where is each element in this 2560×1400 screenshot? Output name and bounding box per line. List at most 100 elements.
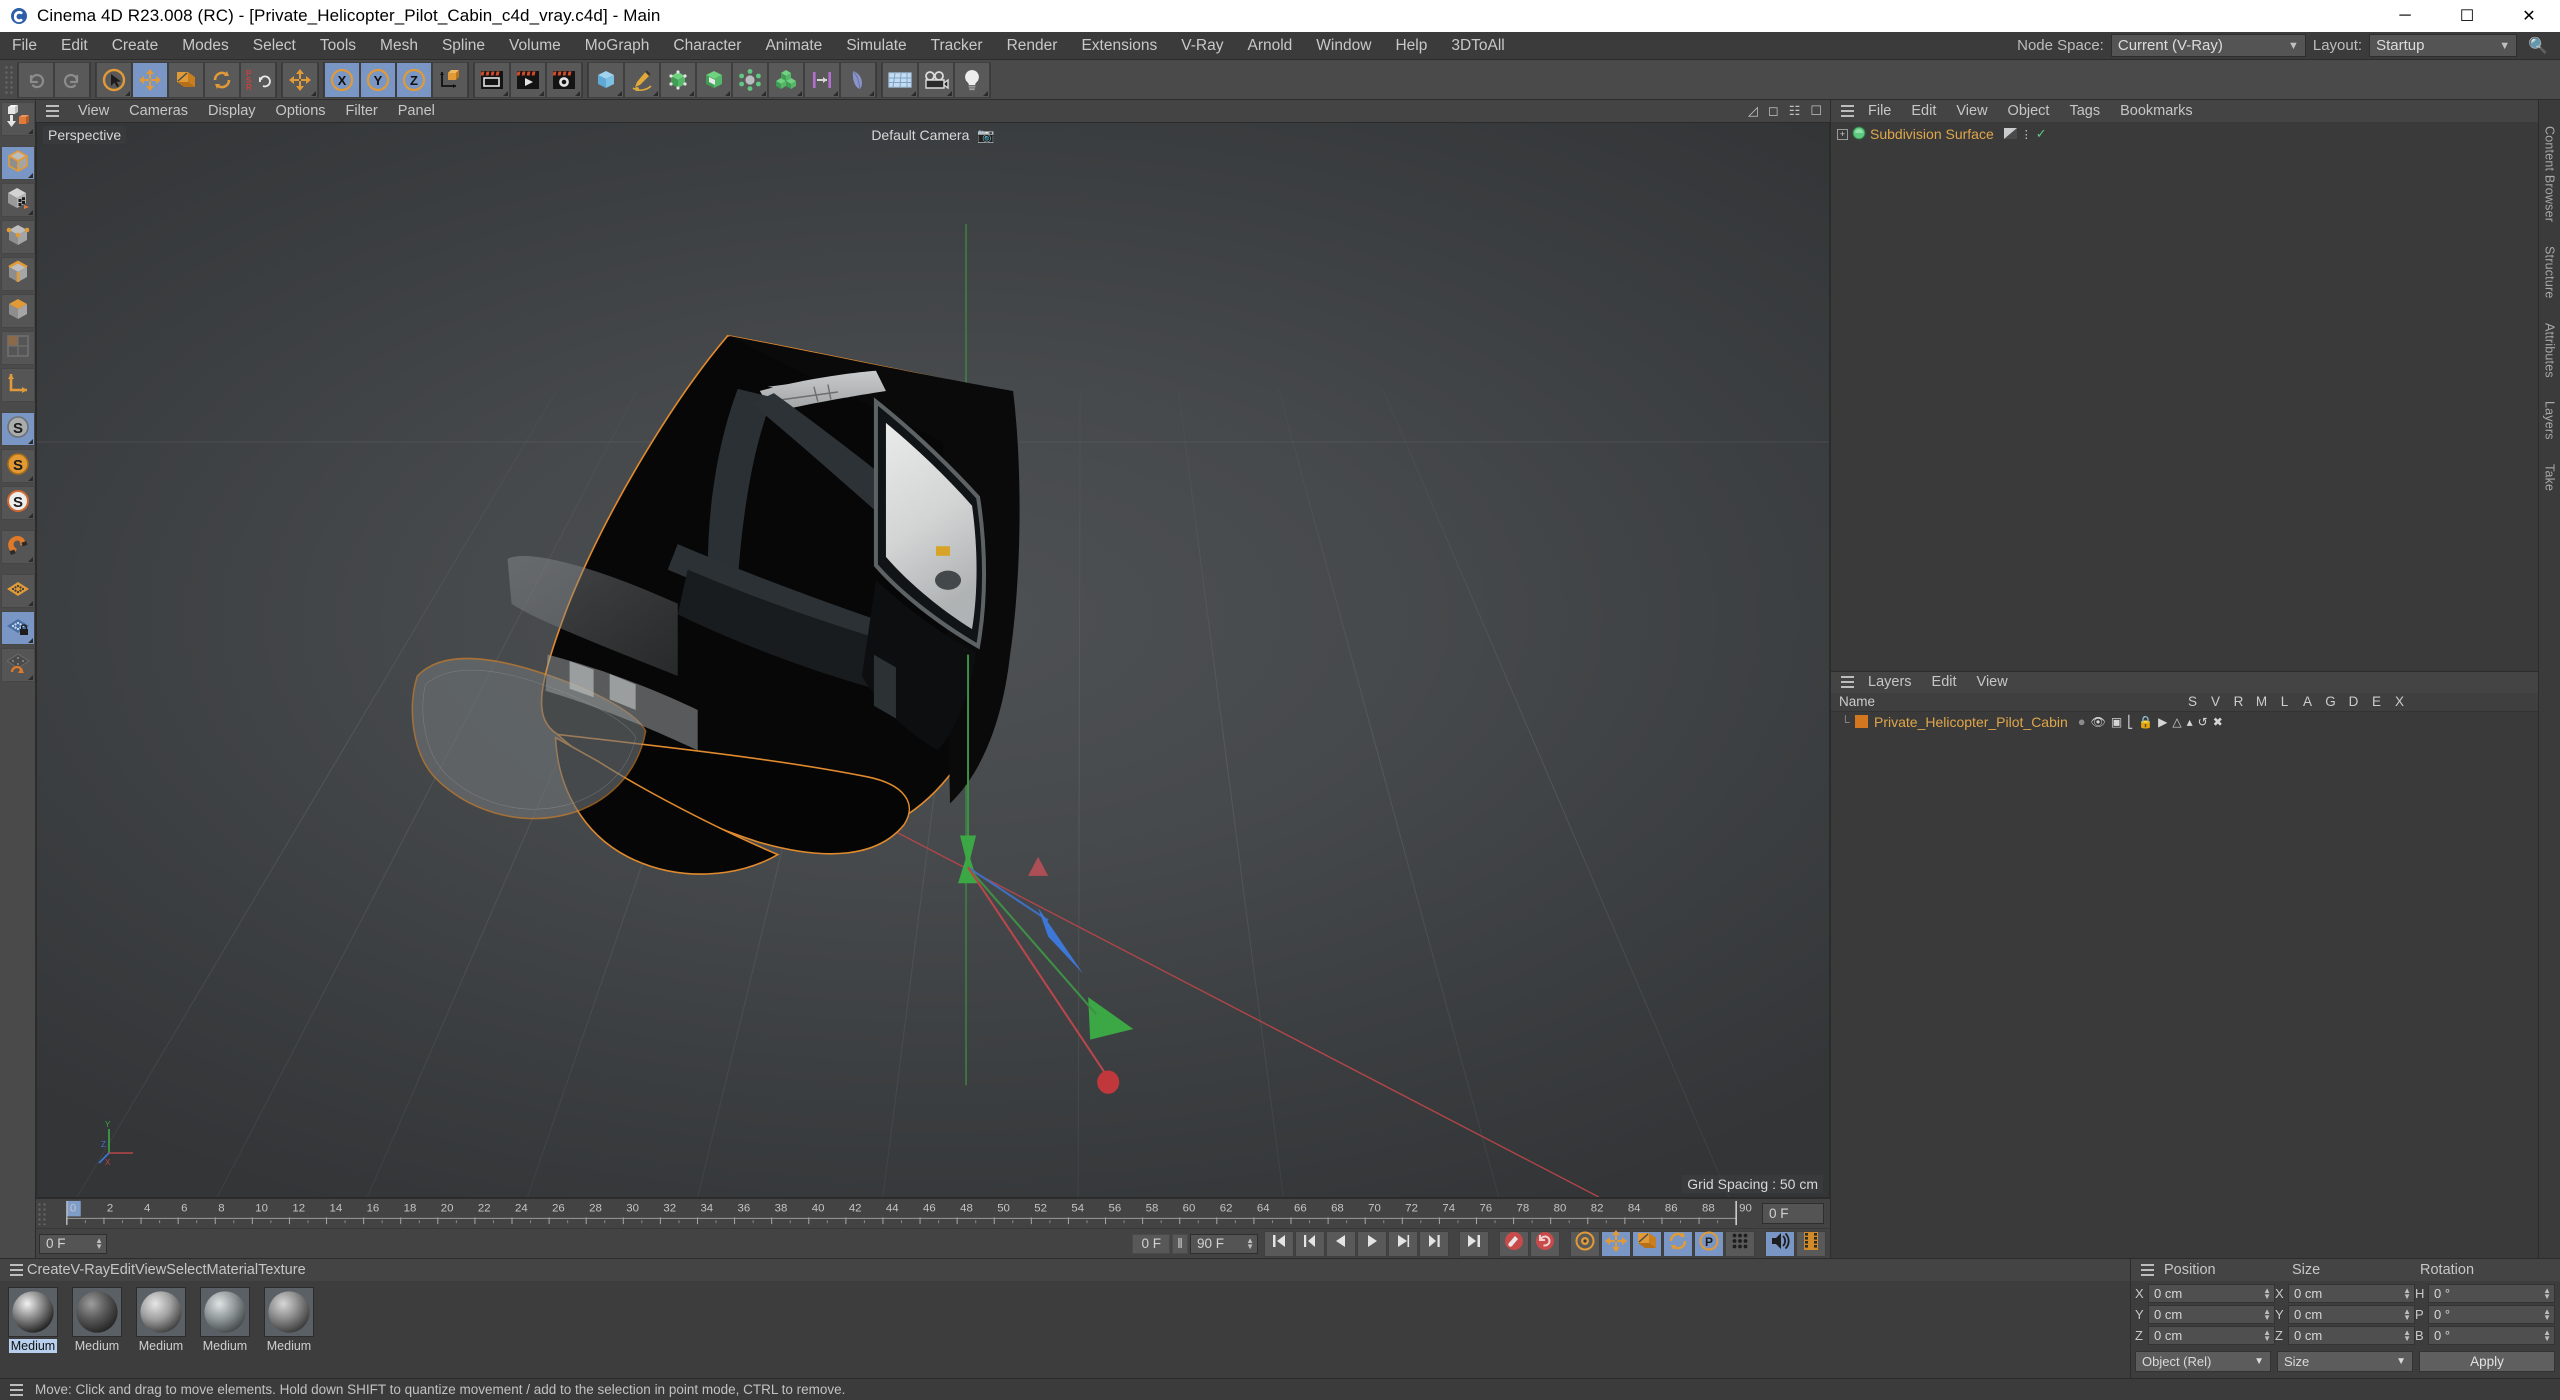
timeline-ruler[interactable]: 0 2 4 6 8 10 12 14 16 18 20 22 24 26 28 30 32 34 36 38 40 42 4…	[49, 1199, 1756, 1228]
end-frame-field[interactable]: 90 F ▲ ▼	[1190, 1233, 1258, 1254]
spinner-icon[interactable]: ▲ ▼	[2403, 1286, 2411, 1300]
add-floor-button[interactable]	[882, 61, 918, 98]
go-to-start-button[interactable]	[1264, 1230, 1294, 1257]
search-icon[interactable]: 🔍	[2524, 36, 2552, 56]
vertical-tab-structure[interactable]: Structure	[2543, 246, 2557, 299]
go-to-end-button[interactable]	[1459, 1230, 1489, 1257]
layer-column-r[interactable]: R	[2227, 694, 2250, 709]
layer-manager-body[interactable]: └ Private_Helicopter_Pilot_Cabin ● 👁 ▣ ⎣…	[1831, 711, 2538, 1258]
psr-toggle[interactable]: PSR	[240, 61, 276, 98]
add-array-button[interactable]	[768, 61, 804, 98]
material-list[interactable]: Medium Medium Medium Medium Medium	[0, 1281, 2130, 1378]
object-row-subdivision-surface[interactable]: + Subdivision Surface ⋮ ✓	[1831, 124, 2538, 144]
size-input[interactable]: 0 cm ▲ ▼	[2288, 1284, 2415, 1303]
coordinates-hamburger-icon[interactable]	[2136, 1264, 2158, 1276]
solo-dot-icon[interactable]: ●	[2078, 714, 2086, 729]
flyout-corner-icon[interactable]	[27, 439, 33, 444]
menu-window[interactable]: Window	[1304, 32, 1383, 60]
spinner-icon[interactable]: ▲ ▼	[2543, 1328, 2551, 1342]
spinner-icon[interactable]: ▲ ▼	[95, 1236, 103, 1250]
world-move-tool[interactable]	[282, 61, 318, 98]
menu-tracker[interactable]: Tracker	[919, 32, 995, 60]
rotate-tool[interactable]	[204, 61, 240, 98]
close-button[interactable]: ✕	[2498, 0, 2560, 32]
visible-check-icon[interactable]: ✓	[2036, 126, 2047, 142]
node-space-select[interactable]: Current (V-Ray) ▼	[2110, 34, 2306, 57]
uv-mode-tool[interactable]	[0, 331, 35, 365]
previous-key-button[interactable]	[1295, 1230, 1325, 1257]
flyout-corner-icon[interactable]	[575, 90, 580, 96]
step-back-button[interactable]	[1326, 1230, 1356, 1257]
spinner-icon[interactable]: ▲ ▼	[2263, 1328, 2271, 1342]
sound-button[interactable]	[1765, 1230, 1795, 1257]
flyout-corner-icon[interactable]	[27, 601, 33, 606]
position-key-button[interactable]	[1601, 1230, 1631, 1257]
menu-help[interactable]: Help	[1383, 32, 1439, 60]
object-menu-bookmarks[interactable]: Bookmarks	[2110, 100, 2203, 122]
lock-z-axis[interactable]: Z	[396, 61, 432, 98]
material-menu-create[interactable]: Create	[27, 1262, 71, 1278]
scale-key-button[interactable]	[1632, 1230, 1662, 1257]
snap-toggle[interactable]	[0, 530, 35, 564]
flyout-corner-icon[interactable]	[689, 90, 694, 96]
undock-icon[interactable]: ◿	[1748, 103, 1758, 119]
size-input[interactable]: 0 cm ▲ ▼	[2288, 1326, 2415, 1345]
coordinate-system-toggle[interactable]	[432, 61, 468, 98]
animation-icon[interactable]: ▶	[2158, 715, 2167, 729]
workplane-tool[interactable]	[0, 574, 35, 608]
flyout-corner-icon[interactable]	[911, 90, 916, 96]
flyout-corner-icon[interactable]	[761, 90, 766, 96]
material-manager-hamburger-icon[interactable]	[5, 1264, 27, 1276]
material-menu-material[interactable]: Material	[207, 1262, 259, 1278]
scale-tool[interactable]	[168, 61, 204, 98]
menu-animate[interactable]: Animate	[753, 32, 834, 60]
layer-menu-edit[interactable]: Edit	[1922, 671, 1967, 693]
object-manager-body[interactable]: + Subdivision Surface ⋮ ✓	[1831, 122, 2538, 671]
spinner-icon[interactable]: ▲ ▼	[2263, 1286, 2271, 1300]
spinner-icon[interactable]: ▲ ▼	[2263, 1307, 2271, 1321]
add-mograph-button[interactable]	[732, 61, 768, 98]
object-menu-view[interactable]: View	[1946, 100, 1997, 122]
status-bar-hamburger-icon[interactable]	[5, 1383, 27, 1396]
flyout-corner-icon[interactable]	[947, 90, 952, 96]
render-settings-button[interactable]	[546, 61, 582, 98]
keyframe-selection-button[interactable]	[1570, 1230, 1600, 1257]
flyout-corner-icon[interactable]	[27, 638, 33, 643]
menu-file[interactable]: File	[0, 32, 49, 60]
material-menu-texture[interactable]: Texture	[258, 1262, 306, 1278]
flyout-corner-icon[interactable]	[797, 90, 802, 96]
menu-mesh[interactable]: Mesh	[368, 32, 430, 60]
flyout-corner-icon[interactable]	[503, 90, 508, 96]
phong-tag[interactable]	[2003, 126, 2017, 142]
layer-column-a[interactable]: A	[2296, 694, 2319, 709]
lock-workplane-tool[interactable]	[0, 611, 35, 645]
minimize-button[interactable]: ─	[2374, 0, 2436, 32]
flyout-corner-icon[interactable]	[869, 90, 874, 96]
size-input[interactable]: 0 cm ▲ ▼	[2288, 1305, 2415, 1324]
material-item[interactable]: Medium	[200, 1287, 250, 1372]
make-editable-tool[interactable]	[0, 102, 35, 136]
current-frame-field[interactable]: 0 F ▲ ▼	[39, 1233, 107, 1254]
vertical-tab-attributes[interactable]: Attributes	[2543, 323, 2557, 378]
material-item[interactable]: Medium	[72, 1287, 122, 1372]
viewport-menu-options[interactable]: Options	[266, 100, 336, 122]
add-spline-button[interactable]	[624, 61, 660, 98]
material-menu-v-ray[interactable]: V-Ray	[71, 1262, 111, 1278]
menu-extensions[interactable]: Extensions	[1069, 32, 1169, 60]
menu-render[interactable]: Render	[995, 32, 1070, 60]
layer-column-e[interactable]: E	[2365, 694, 2388, 709]
visibility-eye-icon[interactable]: 👁	[2091, 715, 2106, 729]
expand-icon[interactable]: +	[1837, 128, 1848, 140]
flyout-corner-icon[interactable]	[539, 90, 544, 96]
apply-button[interactable]: Apply	[2419, 1351, 2555, 1372]
rotation-key-button[interactable]	[1663, 1230, 1693, 1257]
redo-button[interactable]	[54, 61, 90, 98]
menu-edit[interactable]: Edit	[49, 32, 100, 60]
menu-character[interactable]: Character	[661, 32, 753, 60]
menu-arnold[interactable]: Arnold	[1235, 32, 1304, 60]
menu-simulate[interactable]: Simulate	[834, 32, 918, 60]
planar-workplane-tool[interactable]	[0, 648, 35, 682]
material-menu-view[interactable]: View	[135, 1262, 166, 1278]
render-to-picture-viewer[interactable]	[510, 61, 546, 98]
position-input[interactable]: 0 cm ▲ ▼	[2148, 1284, 2275, 1303]
